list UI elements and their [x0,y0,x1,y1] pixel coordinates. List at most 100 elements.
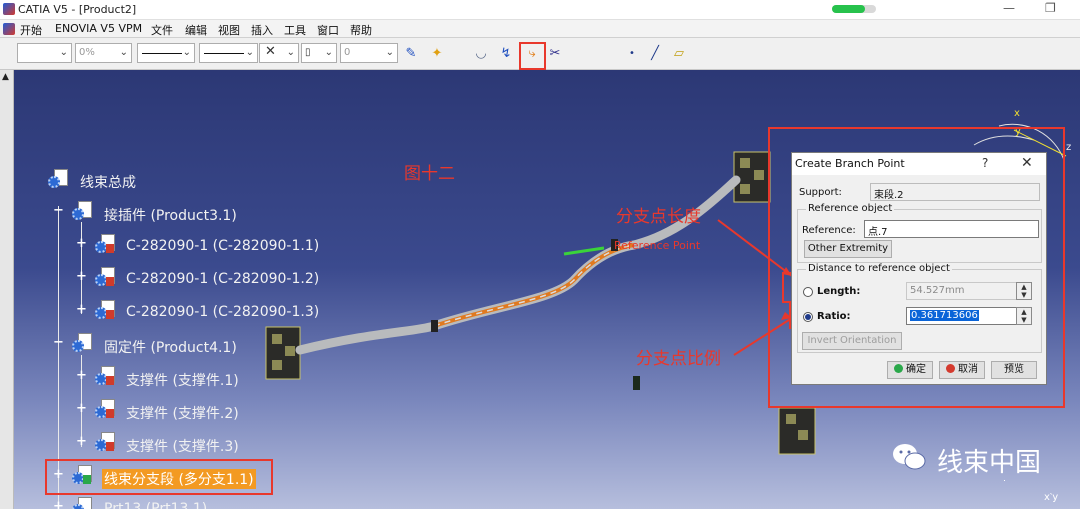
length-annotation: 分支点长度 [616,207,701,227]
help-icon[interactable]: ? [982,156,988,170]
connector-right [733,151,771,203]
menu-tools[interactable]: 工具 [284,22,306,38]
distance-group-title: Distance to reference object [806,263,952,274]
length-radio[interactable] [803,287,813,297]
support-clip [633,376,640,390]
minimize-button[interactable]: — [1003,1,1015,15]
reference-point-label: Reference Point [614,239,701,252]
loading-progress-bar [832,5,876,13]
connector-left [265,326,301,380]
tree-item-part[interactable]: C-282090-1 (C-282090-1.2) [126,271,319,287]
close-icon[interactable]: ✕ [1021,155,1033,171]
support-clip-1 [431,320,438,332]
tree-root-label[interactable]: 线束总成 [80,172,136,192]
tree-item-part[interactable]: C-282090-1 (C-282090-1.1) [126,238,319,254]
reference-group-title: Reference object [806,203,895,214]
catia-menu-icon[interactable] [3,23,15,35]
line-icon[interactable]: ╱ [646,46,664,62]
product-icon [72,201,94,223]
compass-z-label: z [1066,142,1072,153]
menu-window[interactable]: 窗口 [317,22,339,38]
part-icon [95,267,117,289]
other-extremity-button[interactable]: Other Extremity [804,240,892,258]
layer-combo[interactable]: ▯ ⌄ [301,43,337,63]
support-label: Support: [799,187,842,198]
ratio-annotation: 分支点比例 [636,349,721,369]
menu-start[interactable]: 开始 [20,22,42,38]
tree-item-connectors[interactable]: 接插件 (Product3.1) [104,205,237,225]
menu-insert[interactable]: 插入 [251,22,273,38]
tree-item-prt13[interactable]: Prt13 (Prt13.1) [104,501,207,509]
expand-toggle[interactable]: + [76,270,87,283]
paint-icon[interactable]: ✦ [428,46,446,62]
menu-file[interactable]: 文件 [151,22,173,38]
fill-color-combo[interactable]: ⌄ [17,43,72,63]
expand-toggle[interactable]: + [76,237,87,250]
point-symbol-combo[interactable]: ✕ ⌄ [259,43,299,63]
ok-button[interactable]: 确定 [887,361,933,379]
part-icon [95,300,117,322]
line-type-combo[interactable]: ⌄ [199,43,258,63]
dialog-title: Create Branch Point [792,153,1046,175]
length-label: Length: [817,286,861,297]
create-branch-point-dialog: Create Branch Point ? ✕ Support: 束段.2 Re… [791,152,1047,385]
menu-view[interactable]: 视图 [218,22,240,38]
ratio-label: Ratio: [817,311,851,322]
tree-item-support[interactable]: 支撑件 (支撑件.2) [126,403,239,423]
expand-toggle[interactable]: + [76,402,87,415]
bend-icon[interactable]: ◡ [472,46,490,62]
menu-edit[interactable]: 编辑 [185,22,207,38]
tree-item-support[interactable]: 支撑件 (支撑件.3) [126,436,239,456]
watermark-text: 线束中国 [937,448,1042,478]
cancel-button[interactable]: 取消 [939,361,985,379]
hose-icon[interactable]: ↯ [497,46,515,62]
point-combo[interactable]: 0 ⌄ [340,43,398,63]
cancel-icon [946,364,955,373]
menu-help[interactable]: 帮助 [350,22,372,38]
compass-x-label: x [1014,108,1020,119]
length-field[interactable]: 54.527mm [906,282,1018,300]
axis-indicator: x‵y [1044,492,1059,503]
ratio-radio[interactable] [803,312,813,322]
part-icon [95,234,117,256]
line-thickness-combo[interactable]: ⌄ [137,43,195,63]
plane-icon[interactable]: ▱ [670,46,688,62]
reference-label: Reference: [802,225,856,236]
window-title: CATIA V5 - [Product2] [18,3,137,16]
part-icon [72,497,94,509]
reference-arrow [563,246,605,256]
catia-app-icon [3,3,15,15]
ratio-field[interactable]: 0.361713606 [906,307,1018,325]
connector-lower-right [778,407,816,455]
length-spinner[interactable]: ▲ ▼ [1016,282,1032,300]
point-icon[interactable]: • [623,46,641,62]
scroll-up-icon[interactable]: ▲ [2,72,9,82]
branch-point-highlight [519,42,546,70]
brush-icon[interactable]: ✎ [402,46,420,62]
menu-enovia[interactable]: ENOVIA V5 VPM [55,22,142,35]
invert-orientation-button[interactable]: Invert Orientation [802,332,902,350]
expand-toggle[interactable]: + [53,500,64,509]
collapse-toggle[interactable]: − [53,204,64,217]
restore-button[interactable]: ❐ [1045,1,1056,15]
title-bar: CATIA V5 - [Product2] — ❐ [0,0,1080,20]
reference-field[interactable]: 点.7 [864,220,1039,238]
collapse-toggle[interactable]: − [53,336,64,349]
part-icon [95,366,117,388]
support-field[interactable]: 束段.2 [870,183,1040,201]
expand-toggle[interactable]: + [76,435,87,448]
expand-toggle[interactable]: + [76,303,87,316]
tree-item-support[interactable]: 支撑件 (支撑件.1) [126,370,239,390]
transparency-combo[interactable]: 0% ⌄ [75,43,132,63]
cut-icon[interactable]: ✂ [546,46,564,62]
expand-toggle[interactable]: + [76,369,87,382]
left-scrollbar[interactable]: ▲ [0,70,14,509]
figure-label: 图十二 [404,164,455,184]
preview-button[interactable]: 预览 [991,361,1037,379]
tree-item-part[interactable]: C-282090-1 (C-282090-1.3) [126,304,319,320]
tree-item-fixtures[interactable]: 固定件 (Product4.1) [104,337,237,357]
ratio-value-selection: 0.361713606 [910,310,979,321]
ratio-spinner[interactable]: ▲ ▼ [1016,307,1032,325]
progress-fill [832,5,865,13]
part-icon [95,399,117,421]
